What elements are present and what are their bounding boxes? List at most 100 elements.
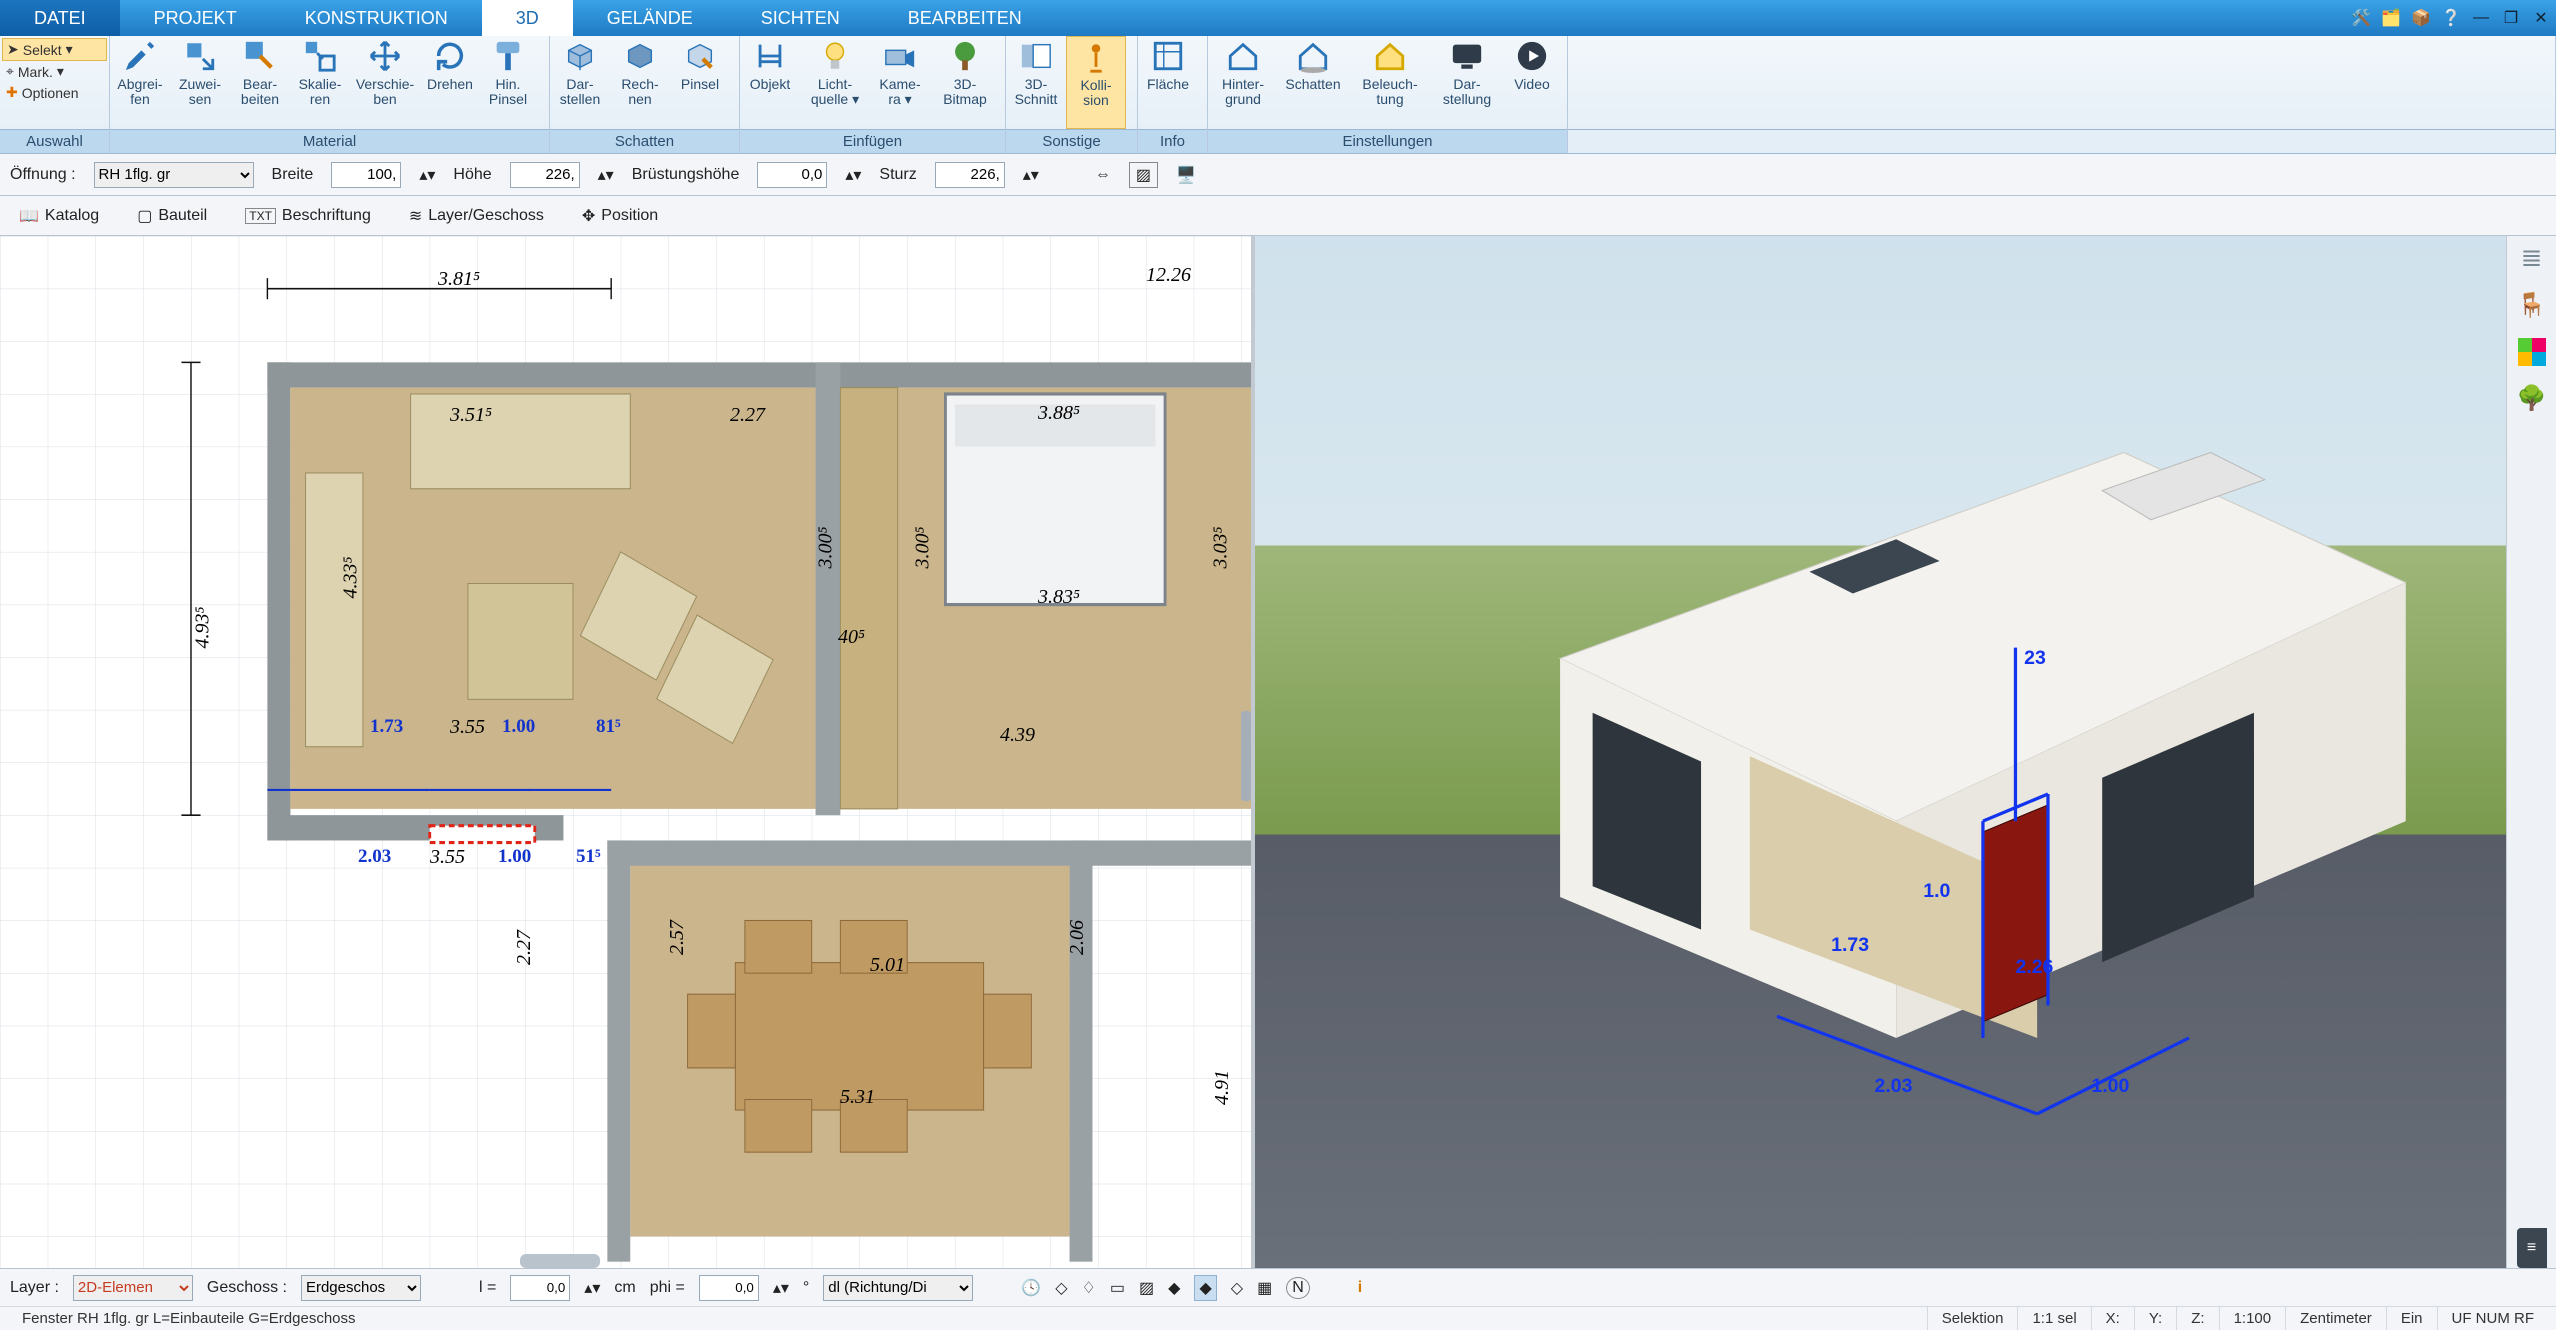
sidetool-tree-icon[interactable]: 🌳 (2517, 384, 2547, 413)
l1: Kame- (879, 77, 920, 92)
view-2d[interactable]: 3.81⁵ 12.26 4.93⁵ 3.51⁵ 2.27 3.88⁵ 3.83⁵… (0, 236, 1255, 1268)
bb-snap2-icon[interactable]: ♢ (1082, 1278, 1096, 1298)
view-3d[interactable]: 2.03 1.00 1.73 23 2.26 1.0 (1255, 236, 2506, 1268)
spinner-icon[interactable]: ▴▾ (1023, 165, 1039, 185)
phi-label: phi = (650, 1279, 685, 1297)
rib-abgreifen[interactable]: Abgrei-fen (110, 36, 170, 129)
sidetool-layers-icon[interactable]: ≣ (2521, 242, 2543, 273)
optionen-button[interactable]: ✚ Optionen (2, 82, 107, 103)
toolbar-ext1-icon[interactable]: 🗂️ (2376, 0, 2406, 36)
dim-c3: 1.00 (498, 846, 531, 868)
phi-input[interactable] (699, 1275, 759, 1301)
rib-bearbeiten[interactable]: Bear-beiten (230, 36, 290, 129)
rib-lichtquelle[interactable]: Licht-quelle ▾ (800, 36, 870, 129)
tab-konstruktion[interactable]: KONSTRUKTION (271, 0, 482, 36)
scrollbar-h[interactable] (520, 1254, 600, 1268)
props-hatch-icon[interactable]: ▨ (1129, 162, 1158, 188)
l-input[interactable] (510, 1275, 570, 1301)
dim-mid-right: 4.39 (1000, 724, 1035, 747)
bb-layers-icon[interactable]: ◆ (1168, 1278, 1180, 1298)
tab-gelaende[interactable]: GELÄNDE (573, 0, 727, 36)
bb-solid-icon[interactable]: ◆ (1194, 1275, 1216, 1301)
rib-darstellen[interactable]: Dar-stellen (550, 36, 610, 129)
bb-wire-icon[interactable]: ◇ (1231, 1278, 1243, 1298)
toolbar-ext2-icon[interactable]: 📦 (2406, 0, 2436, 36)
selekt-button[interactable]: ➤ Selekt ▾ (2, 38, 107, 61)
sturz-input[interactable] (935, 162, 1005, 188)
ribbon-caption-info: Info (1138, 129, 1207, 153)
ribbon-caption-material: Material (110, 129, 549, 153)
toolbar-wrench-icon[interactable]: 🛠️ (2346, 0, 2376, 36)
bb-group-icon[interactable]: ▭ (1110, 1278, 1125, 1298)
close-button[interactable]: ✕ (2526, 0, 2556, 36)
layer-button[interactable]: ≋Layer/Geschoss (398, 201, 555, 231)
mark-button[interactable]: ⌖ Mark. ▾ (2, 61, 107, 82)
layer-select[interactable]: 2D-Elemen (73, 1275, 193, 1301)
spinner-icon[interactable]: ▴▾ (598, 165, 614, 185)
rib-kollision[interactable]: Kolli-sion (1066, 36, 1126, 129)
rib-3d-schnitt[interactable]: 3D-Schnitt (1006, 36, 1066, 129)
spinner-icon[interactable]: ▴▾ (419, 165, 435, 185)
bb-snap1-icon[interactable]: ◇ (1055, 1278, 1067, 1298)
tab-datei[interactable]: DATEI (0, 0, 120, 36)
bulb-icon (818, 40, 852, 74)
props-flip-h-icon[interactable]: ⇔ (1095, 166, 1111, 184)
sidetool-expand-icon[interactable]: ≡ (2517, 1228, 2547, 1268)
rib-pinsel[interactable]: Pinsel (670, 36, 730, 129)
bb-north-icon[interactable]: N (1286, 1277, 1310, 1299)
props-3d-icon[interactable]: 🖥️ (1176, 165, 1196, 185)
bb-clock-icon[interactable]: 🕓 (1021, 1278, 1041, 1298)
bb-hatch-icon[interactable]: ▨ (1139, 1278, 1154, 1298)
rib-video[interactable]: Video (1502, 36, 1562, 129)
katalog-button[interactable]: 📖Katalog (8, 201, 110, 231)
rib-drehen[interactable]: Drehen (420, 36, 480, 129)
dim-din-w: 5.01 (870, 954, 905, 977)
sidetool-colors-icon[interactable] (2518, 338, 2546, 366)
tab-projekt[interactable]: PROJEKT (120, 0, 271, 36)
oeffnung-select[interactable]: RH 1flg. gr (94, 162, 254, 188)
rib-darstellung[interactable]: Dar-stellung (1432, 36, 1502, 129)
l-label: l = (479, 1279, 496, 1297)
rib-rechnen[interactable]: Rech-nen (610, 36, 670, 129)
rib-skalieren[interactable]: Skalie-ren (290, 36, 350, 129)
rib-hintergrund[interactable]: Hinter-grund (1208, 36, 1278, 129)
beschriftung-button[interactable]: TXTBeschriftung (234, 202, 382, 230)
dim-top-left: 3.81⁵ (438, 268, 480, 291)
rib-kamera[interactable]: Kame-ra ▾ (870, 36, 930, 129)
l2: stellung (1443, 92, 1491, 107)
spinner-icon[interactable]: ▴▾ (845, 165, 861, 185)
breite-input[interactable] (331, 162, 401, 188)
toolbar-help-icon[interactable]: ❔ (2436, 0, 2466, 36)
rib-verschieben[interactable]: Verschie-ben (350, 36, 420, 129)
tab-bearbeiten[interactable]: BEARBEITEN (874, 0, 1056, 36)
rib-3d-bitmap[interactable]: 3D-Bitmap (930, 36, 1000, 129)
rib-objekt[interactable]: Objekt (740, 36, 800, 129)
mode-select[interactable]: dl (Richtung/Di (823, 1275, 973, 1301)
position-button[interactable]: ✥Position (571, 201, 669, 231)
sidetool-chair-icon[interactable]: 🪑 (2517, 291, 2547, 320)
rib-schatten[interactable]: Schatten (1278, 36, 1348, 129)
rib-beleuchtung[interactable]: Beleuch-tung (1348, 36, 1432, 129)
spinner-icon[interactable]: ▴▾ (584, 1278, 600, 1298)
dim-pass-w: 40⁵ (838, 626, 865, 649)
bb-info-icon[interactable]: i (1358, 1279, 1362, 1297)
bauteil-button[interactable]: ▢Bauteil (126, 201, 218, 231)
hoehe-label: Höhe (453, 166, 491, 184)
bb-grid-icon[interactable]: ▦ (1257, 1278, 1272, 1298)
hoehe-input[interactable] (510, 162, 580, 188)
dim-left: 4.93⁵ (191, 607, 214, 649)
minimize-button[interactable]: — (2466, 0, 2496, 36)
spinner-icon[interactable]: ▴▾ (773, 1278, 789, 1298)
view-splitter[interactable] (1241, 711, 1251, 801)
play-icon (1515, 40, 1549, 74)
ribbon-group-sonstige: 3D-Schnitt Kolli-sion Sonstige (1006, 36, 1138, 153)
rib-zuweisen[interactable]: Zuwei-sen (170, 36, 230, 129)
tab-3d[interactable]: 3D (482, 0, 573, 36)
geschoss-select[interactable]: Erdgeschos (301, 1275, 421, 1301)
status-flags: UF NUM RF (2437, 1307, 2549, 1330)
rib-hin-pinsel[interactable]: Hin.Pinsel (480, 36, 536, 129)
restore-button[interactable]: ❐ (2496, 0, 2526, 36)
rib-flaeche[interactable]: Fläche (1138, 36, 1198, 129)
bruest-input[interactable] (757, 162, 827, 188)
tab-sichten[interactable]: SICHTEN (727, 0, 874, 36)
